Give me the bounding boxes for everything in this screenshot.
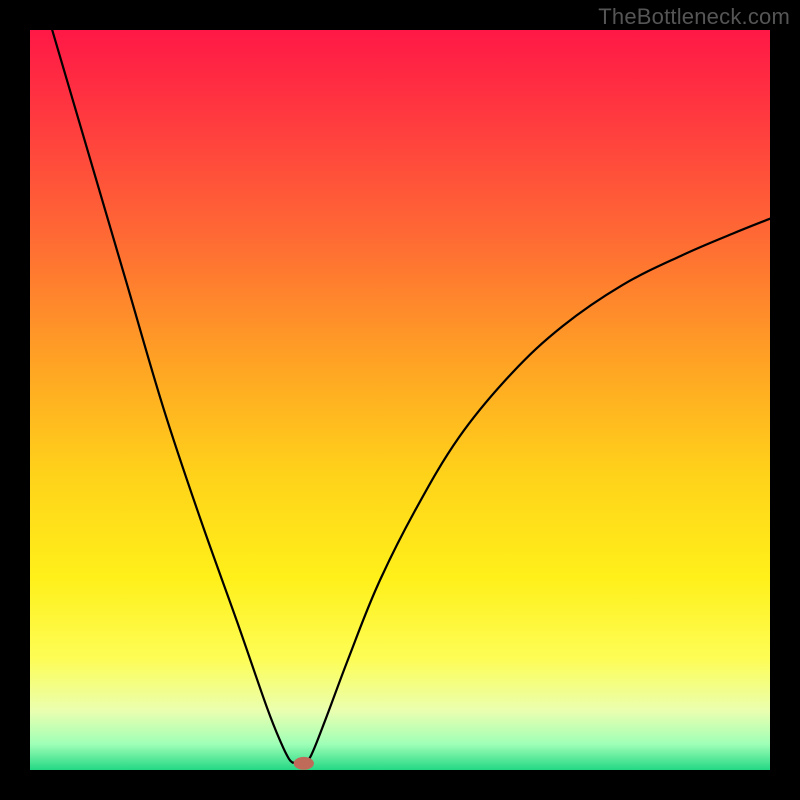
chart-stage: TheBottleneck.com [0,0,800,800]
minimum-marker [294,757,313,769]
chart-background [30,30,770,770]
watermark-text: TheBottleneck.com [598,4,790,30]
chart-plot [30,30,770,770]
